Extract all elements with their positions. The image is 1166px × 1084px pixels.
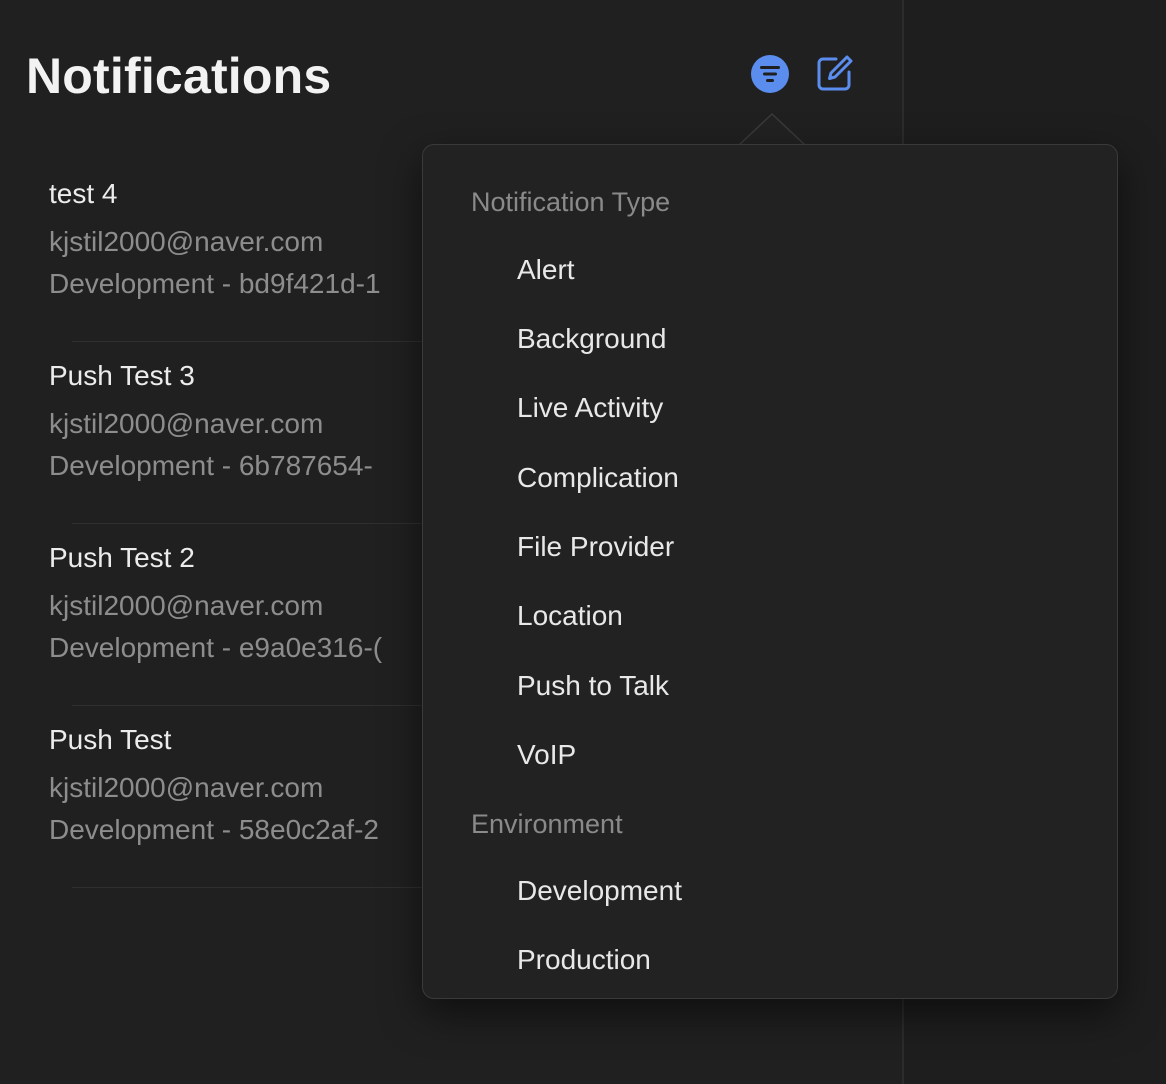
notification-title: Push Test 3	[49, 360, 195, 391]
section-header-environment: Environment	[471, 809, 623, 839]
notification-meta: Development - 6b787654-	[49, 450, 373, 481]
filter-menu: Notification Type Alert Background Live …	[422, 144, 1118, 999]
notification-title: test 4	[49, 178, 118, 209]
menu-item-alert[interactable]: Alert	[517, 245, 575, 295]
notification-email: kjstil2000@naver.com	[49, 226, 324, 257]
menu-item-voip[interactable]: VoIP	[517, 730, 576, 780]
menu-item-file-provider[interactable]: File Provider	[517, 522, 674, 572]
filter-button[interactable]	[748, 54, 792, 98]
menu-item-live-activity[interactable]: Live Activity	[517, 383, 663, 433]
notification-meta: Development - 58e0c2af-2	[49, 814, 379, 845]
notification-meta: Development - e9a0e316-(	[49, 632, 383, 663]
section-header-notification-type: Notification Type	[471, 187, 671, 217]
notification-meta: Development - bd9f421d-1	[49, 268, 381, 299]
menu-item-background[interactable]: Background	[517, 314, 666, 364]
menu-item-push-to-talk[interactable]: Push to Talk	[517, 661, 669, 711]
menu-item-complication[interactable]: Complication	[517, 453, 679, 503]
menu-item-location[interactable]: Location	[517, 591, 623, 641]
app-window: Notifications test 4 kjstil2000@naver.co…	[0, 0, 1166, 1084]
compose-icon	[814, 54, 854, 99]
popover-arrow	[739, 113, 805, 146]
notification-title: Push Test	[49, 724, 172, 755]
notification-email: kjstil2000@naver.com	[49, 772, 324, 803]
notification-title: Push Test 2	[49, 542, 195, 573]
filter-circle-icon	[750, 54, 790, 99]
menu-item-development[interactable]: Development	[517, 866, 682, 916]
menu-item-production[interactable]: Production	[517, 935, 651, 985]
page-title: Notifications	[26, 48, 332, 104]
notification-email: kjstil2000@naver.com	[49, 590, 324, 621]
compose-button[interactable]	[812, 54, 856, 98]
notification-email: kjstil2000@naver.com	[49, 408, 324, 439]
